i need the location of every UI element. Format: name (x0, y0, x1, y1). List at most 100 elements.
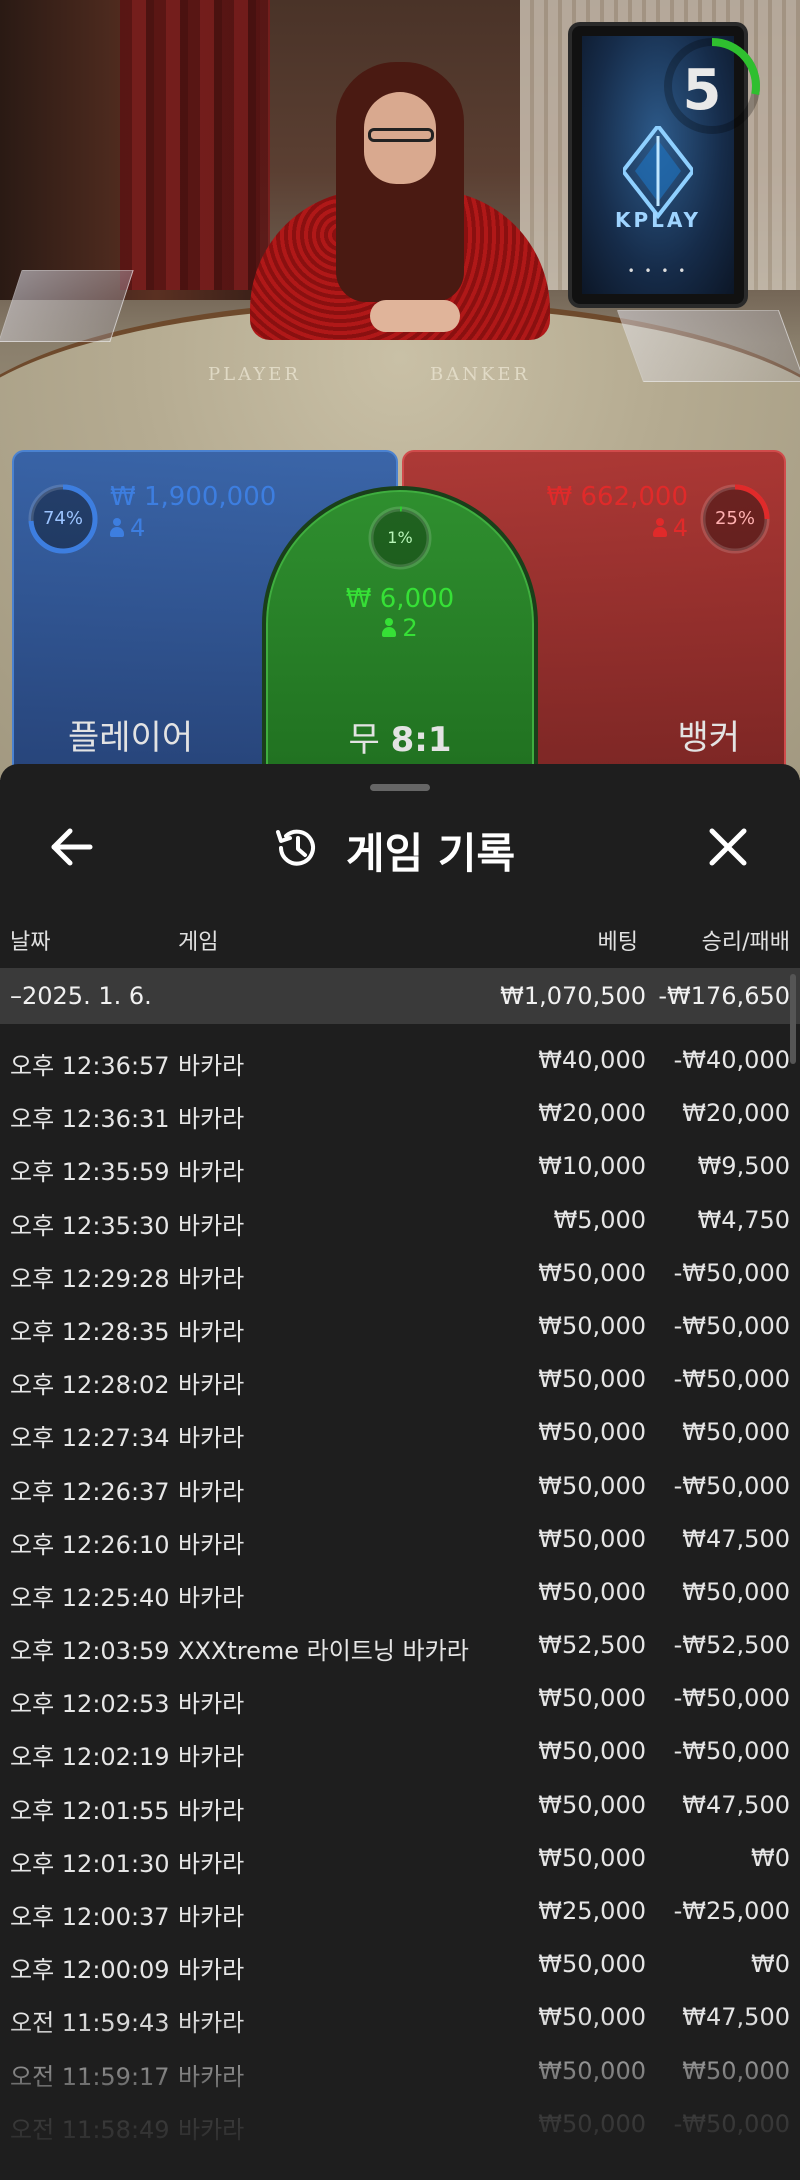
row-game: 바카라 (178, 2115, 245, 2144)
row-bet: ₩50,000 (538, 1950, 646, 1979)
scrollbar[interactable] (790, 974, 796, 1064)
history-row[interactable]: 오후 12:29:28 바카라 ₩50,000 -₩50,000 (0, 1247, 800, 1300)
row-game: XXXtreme 라이트닝 바카라 (178, 1637, 469, 1666)
row-result: ₩50,000 (682, 1577, 790, 1606)
row-time: 오후 12:35:30 (10, 1211, 170, 1240)
banker-percent: 25% (714, 508, 755, 529)
history-row[interactable]: 오후 12:03:59 XXXtreme 라이트닝 바카라 ₩52,500 -₩52,… (0, 1619, 800, 1672)
history-row[interactable]: 오후 12:26:37 바카라 ₩50,000 -₩50,000 (0, 1460, 800, 1513)
date-group-result: -₩176,650 (658, 982, 790, 1010)
close-icon[interactable] (700, 819, 756, 875)
history-row[interactable]: 오후 12:25:40 바카라 ₩50,000 ₩50,000 (0, 1566, 800, 1619)
row-bet: ₩50,000 (538, 1524, 646, 1553)
row-game: 바카라 (178, 1690, 245, 1719)
history-row[interactable]: 오후 12:01:30 바카라 ₩50,000 ₩0 (0, 1832, 800, 1885)
row-result: -₩50,000 (673, 1684, 790, 1713)
row-game: 바카라 (178, 1903, 245, 1931)
history-row[interactable]: 오후 12:36:57 바카라 ₩40,000 -₩40,000 (0, 1034, 800, 1087)
background-curtain (120, 0, 270, 290)
history-row[interactable]: 오전 11:59:17 바카라 ₩50,000 ₩50,000 (0, 2045, 800, 2098)
row-result: -₩50,000 (673, 1365, 790, 1394)
row-game: 바카라 (178, 2009, 245, 2038)
banker-label: 뱅커 (677, 718, 740, 758)
row-game: 바카라 (178, 1956, 245, 1985)
row-time: 오후 12:36:57 (10, 1052, 170, 1080)
row-time: 오후 12:02:19 (10, 1743, 170, 1772)
history-row[interactable]: 오후 12:00:09 바카라 ₩50,000 ₩0 (0, 1938, 800, 1991)
row-time: 오후 12:00:09 (10, 1956, 170, 1985)
row-time: 오후 12:00:37 (10, 1903, 170, 1931)
row-bet: ₩25,000 (538, 1897, 646, 1925)
history-row[interactable]: 오후 12:36:31 바카라 ₩20,000 ₩20,000 (0, 1087, 800, 1140)
kplay-logo-text: KPLAY (615, 208, 701, 232)
history-row[interactable]: 오후 12:02:53 바카라 ₩50,000 -₩50,000 (0, 1672, 800, 1725)
row-time: 오전 11:58:49 (10, 2115, 170, 2144)
history-row[interactable]: 오후 12:27:34 바카라 ₩50,000 ₩50,000 (0, 1406, 800, 1459)
felt-banker-text: BANKER (430, 364, 531, 385)
banker-count: 4 (652, 514, 688, 542)
row-bet: ₩50,000 (538, 1258, 646, 1287)
date-group-row[interactable]: –2025. 1. 6. ₩1,070,500 -₩176,650 (0, 968, 800, 1024)
history-row[interactable]: 오후 12:28:35 바카라 ₩50,000 -₩50,000 (0, 1300, 800, 1353)
arrow-left-icon[interactable] (44, 819, 100, 875)
history-icon (276, 829, 315, 866)
history-row[interactable]: 오후 12:35:59 바카라 ₩10,000 ₩9,500 (0, 1140, 800, 1193)
row-bet: ₩50,000 (538, 1737, 646, 1766)
row-bet: ₩50,000 (538, 1843, 646, 1872)
tie-bet-area[interactable]: 1% ₩ 6,000 2 무 8:1 (262, 486, 538, 780)
row-result: -₩52,500 (673, 1631, 790, 1660)
row-result: -₩50,000 (673, 1258, 790, 1287)
row-bet: ₩50,000 (538, 1790, 646, 1819)
tie-amount: ₩ 6,000 (345, 584, 455, 614)
felt-player-text: PLAYER (208, 364, 301, 385)
row-bet: ₩50,000 (538, 1311, 646, 1340)
row-bet: ₩50,000 (538, 2003, 646, 2032)
discard-tray (616, 310, 800, 382)
history-row[interactable]: 오전 11:59:43 바카라 ₩50,000 ₩47,500 (0, 1991, 800, 2044)
countdown-timer: 5 (682, 58, 722, 123)
dealer-hands (370, 300, 460, 332)
row-time: 오후 12:26:37 (10, 1477, 170, 1506)
person-icon (110, 518, 124, 538)
history-row[interactable]: 오전 11:58:49 바카라 ₩50,000 -₩50,000 (0, 2098, 800, 2151)
row-bet: ₩52,500 (538, 1631, 646, 1660)
row-result: ₩4,750 (697, 1205, 790, 1234)
history-row[interactable]: 오후 12:26:10 바카라 ₩50,000 ₩47,500 (0, 1513, 800, 1566)
history-row[interactable]: 오후 12:01:55 바카라 ₩50,000 ₩47,500 (0, 1779, 800, 1832)
history-row[interactable]: 오후 12:02:19 바카라 ₩50,000 -₩50,000 (0, 1725, 800, 1778)
tie-label: 무 8:1 (348, 720, 452, 760)
row-time: 오전 11:59:43 (10, 2009, 170, 2038)
banker-amount: ₩ 662,000 (546, 482, 689, 512)
row-result: ₩50,000 (682, 2056, 790, 2085)
page-title: 게임 기록 (346, 829, 516, 878)
game-history-sheet: 게임 기록 날짜 게임 베팅 승리/패배 –2025. 1. 6. ₩1,070… (0, 764, 800, 2180)
row-result: ₩47,500 (682, 1524, 790, 1553)
row-game: 바카라 (178, 1477, 245, 1506)
column-header-game: 게임 (178, 930, 219, 955)
row-result: -₩50,000 (673, 1311, 790, 1340)
history-list: 오후 12:36:57 바카라 ₩40,000 -₩40,000 오후 12:36:31… (0, 1034, 800, 2151)
tie-percent: 1% (387, 528, 413, 547)
row-game: 바카라 (178, 1158, 245, 1187)
history-row[interactable]: 오후 12:00:37 바카라 ₩25,000 -₩25,000 (0, 1885, 800, 1938)
row-game: 바카라 (178, 2062, 245, 2091)
row-bet: ₩50,000 (538, 1471, 646, 1500)
row-time: 오후 12:02:53 (10, 1690, 170, 1719)
row-game: 바카라 (178, 1211, 245, 1240)
history-row[interactable]: 오후 12:35:30 바카라 ₩5,000 ₩4,750 (0, 1194, 800, 1247)
player-percent: 74% (42, 508, 83, 529)
row-time: 오후 12:27:34 (10, 1424, 170, 1453)
row-time: 오후 12:01:55 (10, 1796, 170, 1825)
row-result: ₩47,500 (682, 2003, 790, 2032)
drag-handle[interactable] (370, 784, 430, 791)
row-game: 바카라 (178, 1317, 245, 1346)
row-game: 바카라 (178, 1743, 245, 1772)
row-result: -₩50,000 (673, 1471, 790, 1500)
row-result: -₩50,000 (673, 1737, 790, 1766)
history-row[interactable]: 오후 12:28:02 바카라 ₩50,000 -₩50,000 (0, 1353, 800, 1406)
row-time: 오후 12:26:10 (10, 1530, 170, 1559)
row-time: 오후 12:25:40 (10, 1583, 170, 1612)
row-game: 바카라 (178, 1583, 245, 1612)
row-result: -₩25,000 (673, 1897, 790, 1925)
row-result: -₩40,000 (673, 1046, 790, 1074)
